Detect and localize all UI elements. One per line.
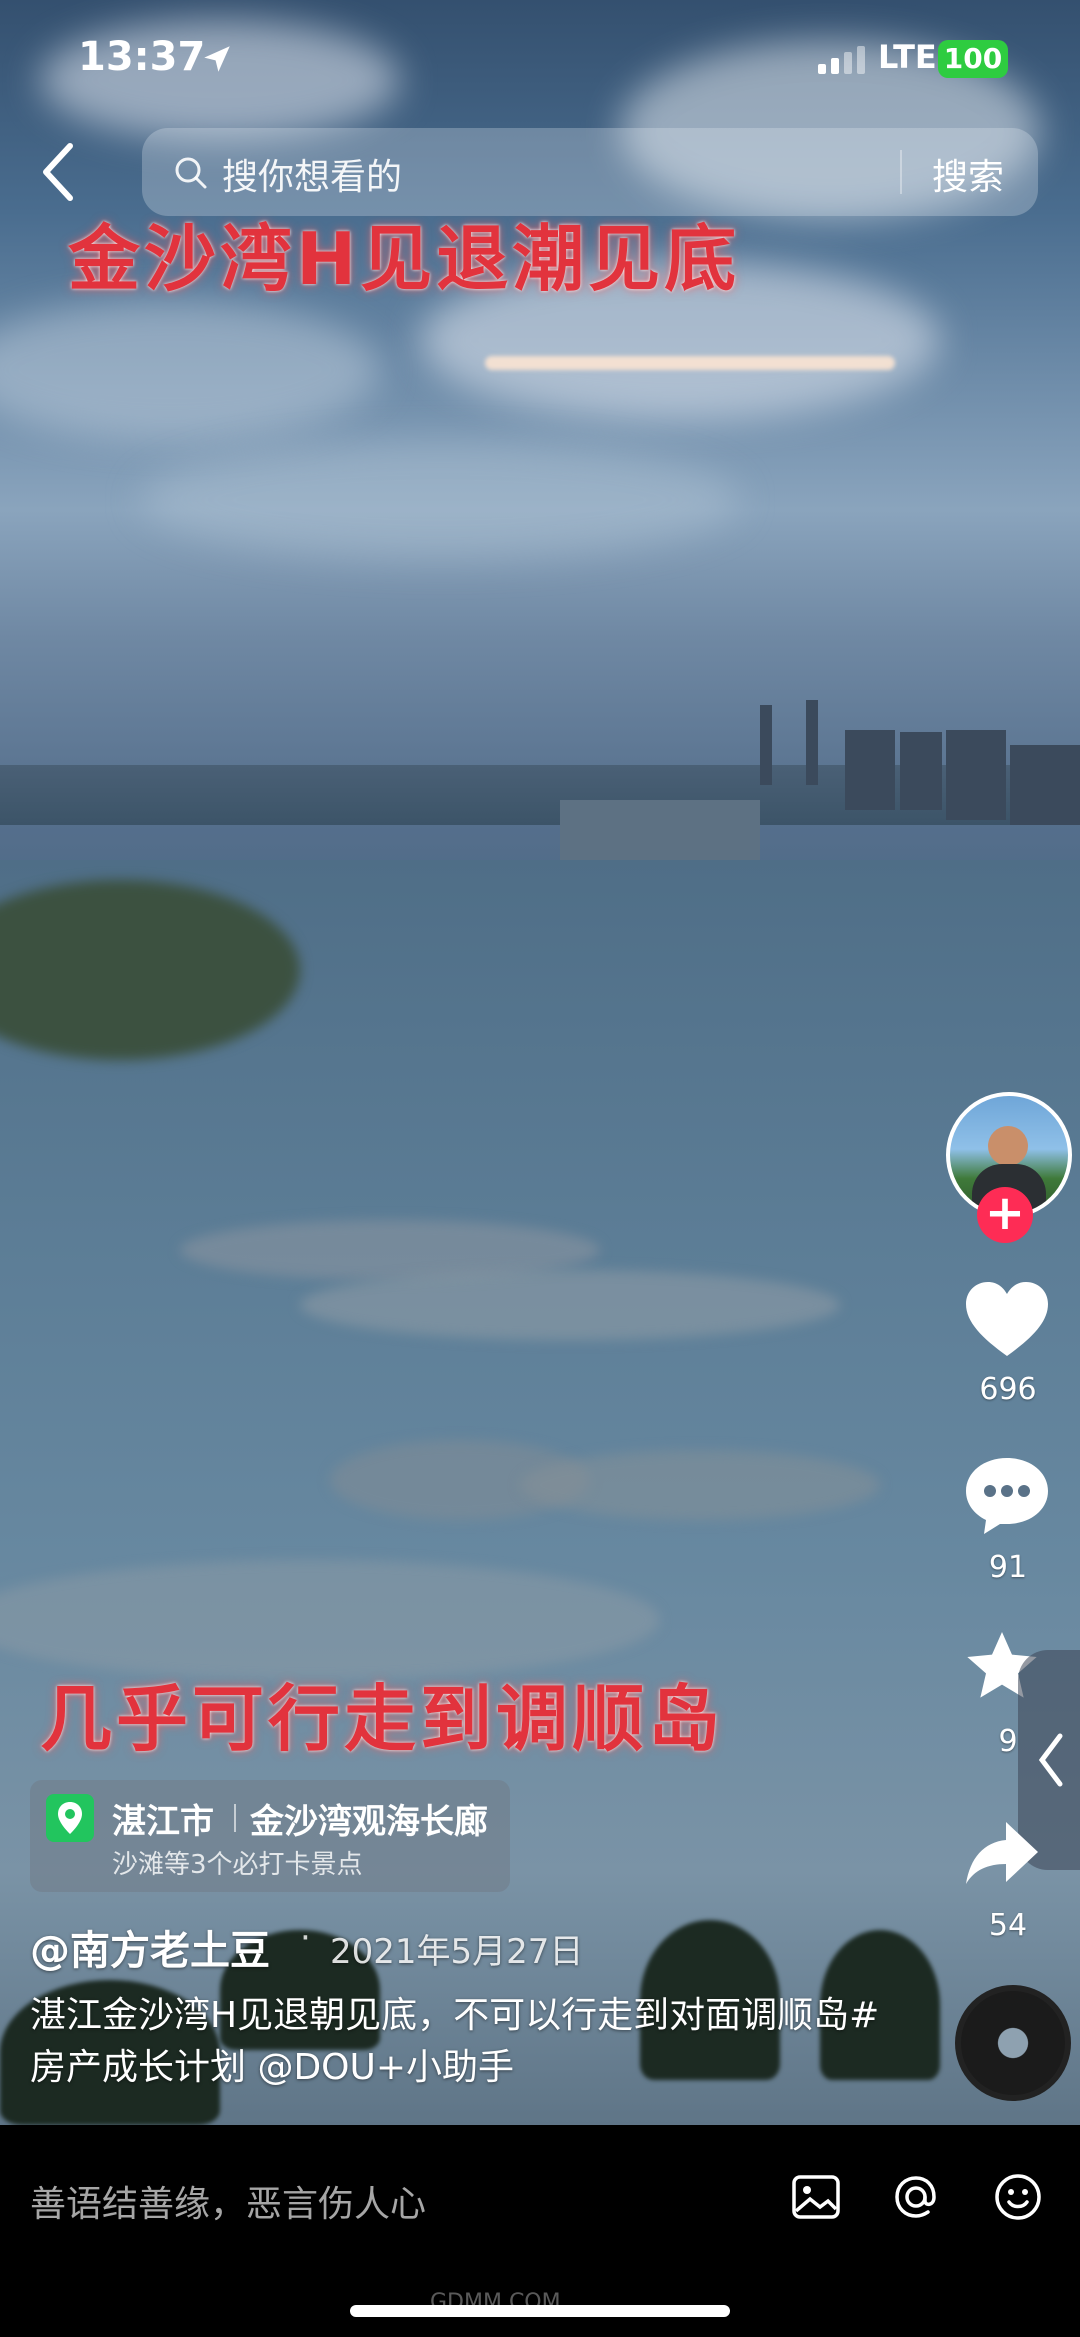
post-caption[interactable]: 湛江金沙湾H见退朝见底，不可以行走到对面调顺岛#房产成长计划 @DOU+小助手: [30, 1990, 910, 2094]
search-button[interactable]: 搜索: [932, 148, 1004, 200]
status-bar: 13:37 LTE 100: [0, 0, 1080, 120]
status-time: 13:37: [78, 34, 206, 80]
location-chip[interactable]: 湛江市 金沙湾观海长廊 沙滩等3个必打卡景点: [30, 1780, 510, 1892]
comment-input[interactable]: 善语结善缘，恶言伤人心: [30, 2175, 426, 2227]
search-input[interactable]: 搜你想看的 搜索: [142, 128, 1038, 216]
network-type: LTE: [878, 38, 937, 76]
location-city: 湛江市: [112, 1802, 214, 1842]
location-separator: [234, 1804, 236, 1832]
like-count: 696: [979, 1372, 1037, 1407]
post-date: 2021年5月27日: [330, 1932, 584, 1972]
comment-icon[interactable]: [962, 1454, 1052, 1538]
image-icon[interactable]: [790, 2171, 842, 2223]
back-chevron-icon[interactable]: [36, 140, 80, 204]
location-place: 金沙湾观海长廊: [250, 1802, 488, 1842]
home-indicator[interactable]: [350, 2305, 730, 2317]
share-count: 54: [988, 1908, 1028, 1943]
chevron-left-icon: [1038, 1733, 1063, 1787]
search-placeholder: 搜你想看的: [222, 157, 403, 198]
mention-icon[interactable]: [890, 2171, 942, 2223]
location-subtitle: 沙滩等3个必打卡景点: [112, 1850, 363, 1880]
search-divider: [900, 150, 902, 194]
author-name[interactable]: @南方老土豆: [30, 1918, 270, 1976]
signal-icon: [818, 46, 865, 74]
share-icon[interactable]: [962, 1818, 1042, 1888]
location-arrow-icon: [204, 46, 230, 72]
emoji-icon[interactable]: [992, 2171, 1044, 2223]
comment-bar: 善语结善缘，恶言伤人心 GDMM.COM: [0, 2125, 1080, 2337]
follow-plus-button[interactable]: +: [977, 1187, 1033, 1243]
heart-icon[interactable]: [962, 1280, 1052, 1360]
search-icon: [175, 157, 207, 189]
location-pin-icon: [46, 1794, 94, 1842]
battery-icon: 100: [938, 40, 1008, 78]
meta-separator: ·: [300, 1918, 311, 1958]
comment-count: 91: [988, 1550, 1028, 1585]
music-disc-icon[interactable]: [955, 1985, 1071, 2101]
video-overlay-bottom-text: 几乎可行走到调顺岛: [40, 1677, 725, 1761]
